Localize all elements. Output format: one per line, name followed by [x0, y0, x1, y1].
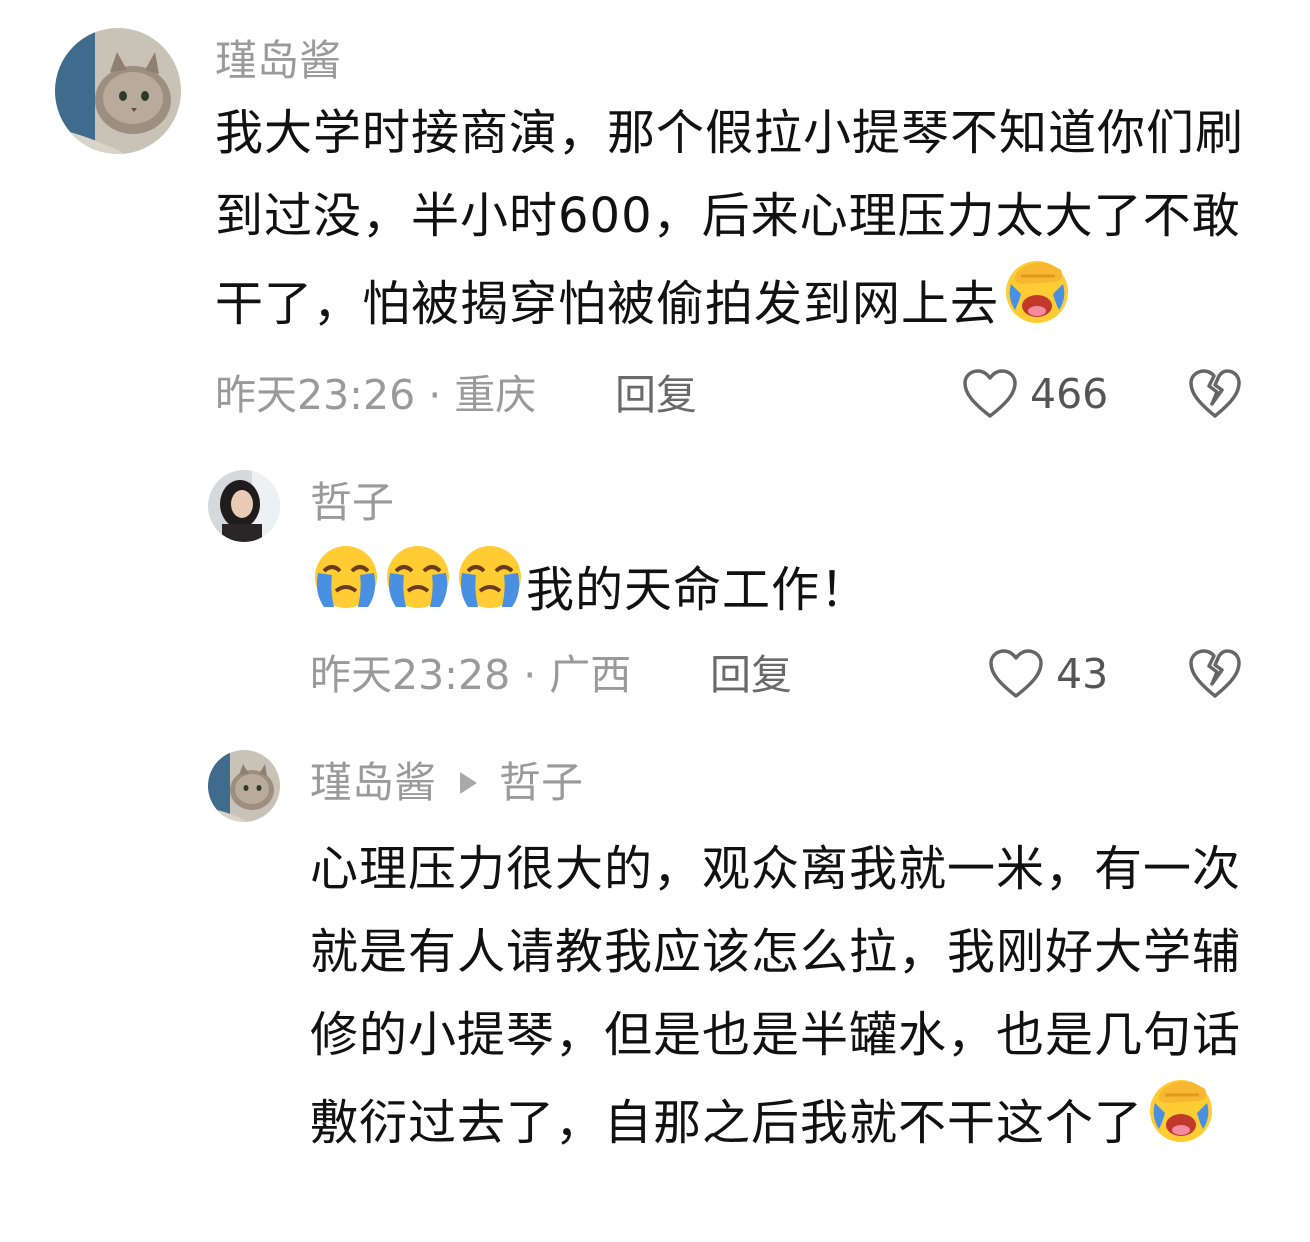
- timestamp: 昨天23:26: [215, 371, 416, 419]
- comment-text-content: 我的天命工作！: [526, 562, 870, 618]
- heart-icon: [989, 649, 1043, 698]
- comment-2: 哲子 我的天命工作！ 昨天23:28 · 广西 回复 43: [0, 440, 1310, 720]
- comment-text: 我的天命工作！: [310, 545, 1270, 641]
- loudly-crying-emoji: [310, 541, 382, 637]
- comment-text-content: 心理压力很大的，观众离我就一米，有一次就是有人请教我应该怎么拉，我刚好大学辅修的…: [310, 841, 1242, 1151]
- comment-meta: 昨天23:26 · 重庆: [215, 375, 536, 416]
- comment-meta: 昨天23:28 · 广西: [310, 655, 631, 696]
- heart-icon: [963, 369, 1017, 418]
- comment-text-content: 我大学时接商演，那个假拉小提琴不知道你们刷到过没，半小时600，后来心理压力太大…: [215, 105, 1245, 332]
- face-palm-crying-emoji: [1143, 1073, 1219, 1171]
- location: 广西: [549, 651, 632, 699]
- reply-button[interactable]: 回复: [710, 655, 792, 696]
- reply-arrow-icon: [460, 772, 478, 794]
- face-palm-crying-emoji: [999, 254, 1075, 352]
- reply-button[interactable]: 回复: [615, 375, 697, 416]
- username[interactable]: 哲子: [310, 482, 394, 524]
- like-count: 466: [1030, 369, 1109, 418]
- avatar[interactable]: [208, 750, 280, 822]
- meta-separator: ·: [510, 651, 550, 699]
- meta-separator: ·: [415, 371, 455, 419]
- broken-heart-icon: [1189, 649, 1241, 698]
- cat-avatar-image: [55, 28, 181, 154]
- username[interactable]: 瑾岛酱: [215, 40, 341, 82]
- cat-avatar-image: [208, 750, 280, 822]
- comment-3: 瑾岛酱 哲子 心理压力很大的，观众离我就一米，有一次就是有人请教我应该怎么拉，我…: [0, 720, 1310, 1242]
- reply-header: 瑾岛酱 哲子: [310, 762, 583, 804]
- loudly-crying-emoji: [382, 541, 454, 637]
- dislike-button[interactable]: [1188, 368, 1242, 424]
- timestamp: 昨天23:28: [310, 651, 511, 699]
- loudly-crying-emoji: [454, 541, 526, 637]
- like-button[interactable]: 43: [988, 648, 1108, 700]
- like-button[interactable]: 466: [962, 368, 1108, 420]
- location: 重庆: [454, 371, 537, 419]
- reply-to-username[interactable]: 哲子: [499, 762, 583, 804]
- comment-text: 我大学时接商演，那个假拉小提琴不知道你们刷到过没，半小时600，后来心理压力太大…: [215, 92, 1265, 356]
- username[interactable]: 瑾岛酱: [310, 762, 436, 804]
- comment-1: 瑾岛酱 我大学时接商演，那个假拉小提琴不知道你们刷到过没，半小时600，后来心理…: [0, 0, 1310, 440]
- comment-text: 心理压力很大的，观众离我就一米，有一次就是有人请教我应该怎么拉，我刚好大学辅修的…: [310, 828, 1265, 1175]
- like-count: 43: [1056, 649, 1109, 698]
- girl-avatar-image: [208, 470, 280, 542]
- avatar[interactable]: [208, 470, 280, 542]
- avatar[interactable]: [55, 28, 181, 154]
- dislike-button[interactable]: [1188, 648, 1242, 704]
- broken-heart-icon: [1189, 369, 1241, 418]
